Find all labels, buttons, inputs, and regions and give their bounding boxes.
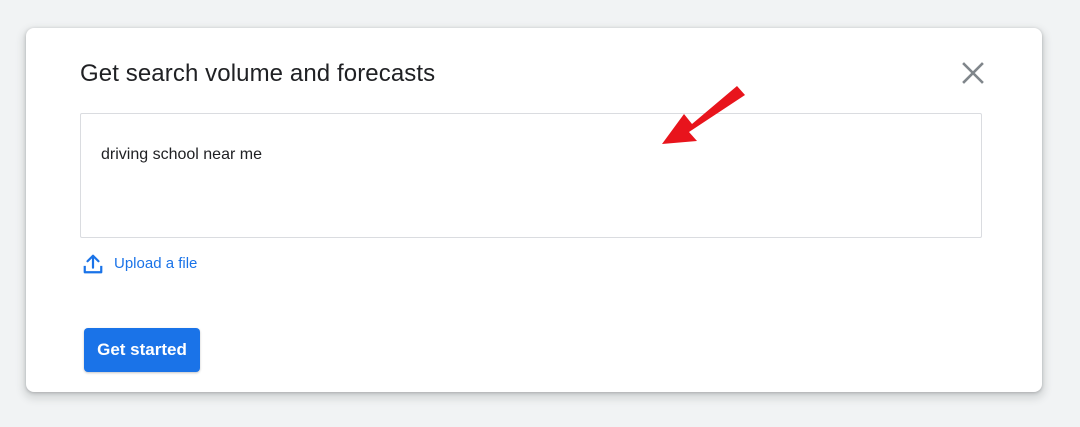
close-icon [962, 62, 984, 84]
get-started-button[interactable]: Get started [84, 328, 200, 372]
keyword-input[interactable]: driving school near me [80, 113, 982, 238]
upload-file-label: Upload a file [114, 255, 198, 272]
close-button[interactable] [960, 60, 986, 86]
dialog: Get search volume and forecasts driving … [26, 28, 1042, 392]
dialog-title: Get search volume and forecasts [80, 60, 436, 87]
upload-icon [83, 254, 103, 274]
keyword-input-value: driving school near me [101, 146, 262, 163]
upload-file-link[interactable]: Upload a file [82, 252, 197, 276]
annotation-arrow-icon [662, 86, 745, 144]
